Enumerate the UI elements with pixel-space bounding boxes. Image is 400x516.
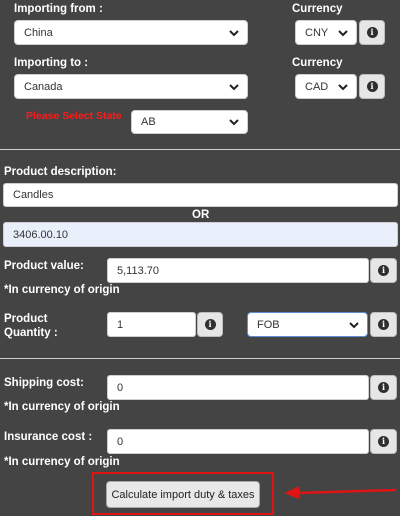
- chevron-down-icon: [228, 27, 240, 39]
- info-circle-icon: i: [204, 319, 216, 330]
- origin-currency-value: CNY: [305, 26, 329, 39]
- importing-to-label: Importing to :: [14, 57, 89, 69]
- calculate-duty-button[interactable]: Calculate import duty & taxes: [106, 481, 260, 508]
- calculate-duty-button-label: Calculate import duty & taxes: [111, 488, 255, 501]
- info-circle-icon: i: [366, 81, 378, 92]
- shipping-cost-value: 0: [117, 381, 124, 394]
- state-value: AB: [141, 116, 156, 128]
- product-value-currency-note: *In currency of origin: [4, 284, 120, 296]
- importing-from-value: China: [24, 26, 53, 39]
- info-circle-icon: i: [378, 436, 389, 447]
- insurance-currency-note: *In currency of origin: [4, 456, 120, 468]
- origin-currency-info-button[interactable]: i: [359, 20, 385, 45]
- origin-currency-select[interactable]: CNY: [295, 20, 357, 45]
- importing-to-value: Canada: [24, 80, 63, 93]
- chevron-down-icon: [348, 319, 360, 331]
- product-quantity-value: 1: [117, 318, 124, 331]
- chevron-down-icon: [228, 116, 240, 128]
- red-arrow-annotation: [284, 486, 397, 499]
- or-label: OR: [192, 209, 210, 221]
- destination-currency-info-button[interactable]: i: [359, 74, 385, 99]
- product-value-info-button[interactable]: i: [370, 258, 397, 283]
- info-circle-icon: i: [378, 265, 389, 276]
- product-value-label: Product value:: [4, 260, 84, 272]
- destination-currency-value: CAD: [305, 80, 329, 93]
- product-value-input[interactable]: 5,113.70: [107, 258, 369, 283]
- chevron-down-icon: [337, 27, 349, 39]
- hs-code-value: 3406.00.10: [13, 228, 69, 241]
- product-description-input[interactable]: Candles: [3, 183, 398, 207]
- shipping-cost-info-button[interactable]: i: [370, 375, 397, 400]
- product-quantity-label-line1: Product: [4, 313, 48, 325]
- section-divider: [0, 149, 400, 150]
- insurance-cost-value: 0: [117, 435, 124, 448]
- incoterm-info-button[interactable]: i: [370, 312, 397, 337]
- importing-to-select[interactable]: Canada: [14, 74, 248, 99]
- info-circle-icon: i: [366, 27, 378, 38]
- incoterm-select[interactable]: FOB: [247, 312, 368, 337]
- destination-currency-label: Currency: [292, 57, 343, 69]
- insurance-cost-info-button[interactable]: i: [370, 429, 397, 454]
- product-description-label: Product description:: [4, 166, 117, 178]
- shipping-cost-label: Shipping cost:: [4, 377, 84, 389]
- info-circle-icon: i: [378, 382, 389, 393]
- insurance-cost-label: Insurance cost :: [4, 431, 93, 443]
- product-quantity-input[interactable]: 1: [107, 312, 196, 337]
- incoterm-value: FOB: [257, 318, 280, 331]
- shipping-cost-input[interactable]: 0: [107, 375, 369, 400]
- insurance-cost-input[interactable]: 0: [107, 429, 369, 454]
- chevron-down-icon: [337, 81, 349, 93]
- product-quantity-label-line2: Quantity :: [4, 327, 58, 339]
- product-value-value: 5,113.70: [117, 264, 160, 277]
- chevron-down-icon: [228, 81, 240, 93]
- shipping-currency-note: *In currency of origin: [4, 401, 120, 413]
- select-state-label: Please Select State: [26, 110, 122, 122]
- hs-code-input[interactable]: 3406.00.10: [3, 222, 398, 247]
- importing-from-label: Importing from :: [14, 3, 103, 15]
- info-circle-icon: i: [378, 319, 389, 330]
- destination-currency-select[interactable]: CAD: [295, 74, 357, 99]
- section-divider: [0, 358, 400, 359]
- state-select[interactable]: AB: [131, 110, 248, 134]
- product-description-value: Candles: [13, 189, 54, 201]
- importing-from-select[interactable]: China: [14, 20, 248, 45]
- product-quantity-info-button[interactable]: i: [197, 312, 223, 337]
- origin-currency-label: Currency: [292, 3, 343, 15]
